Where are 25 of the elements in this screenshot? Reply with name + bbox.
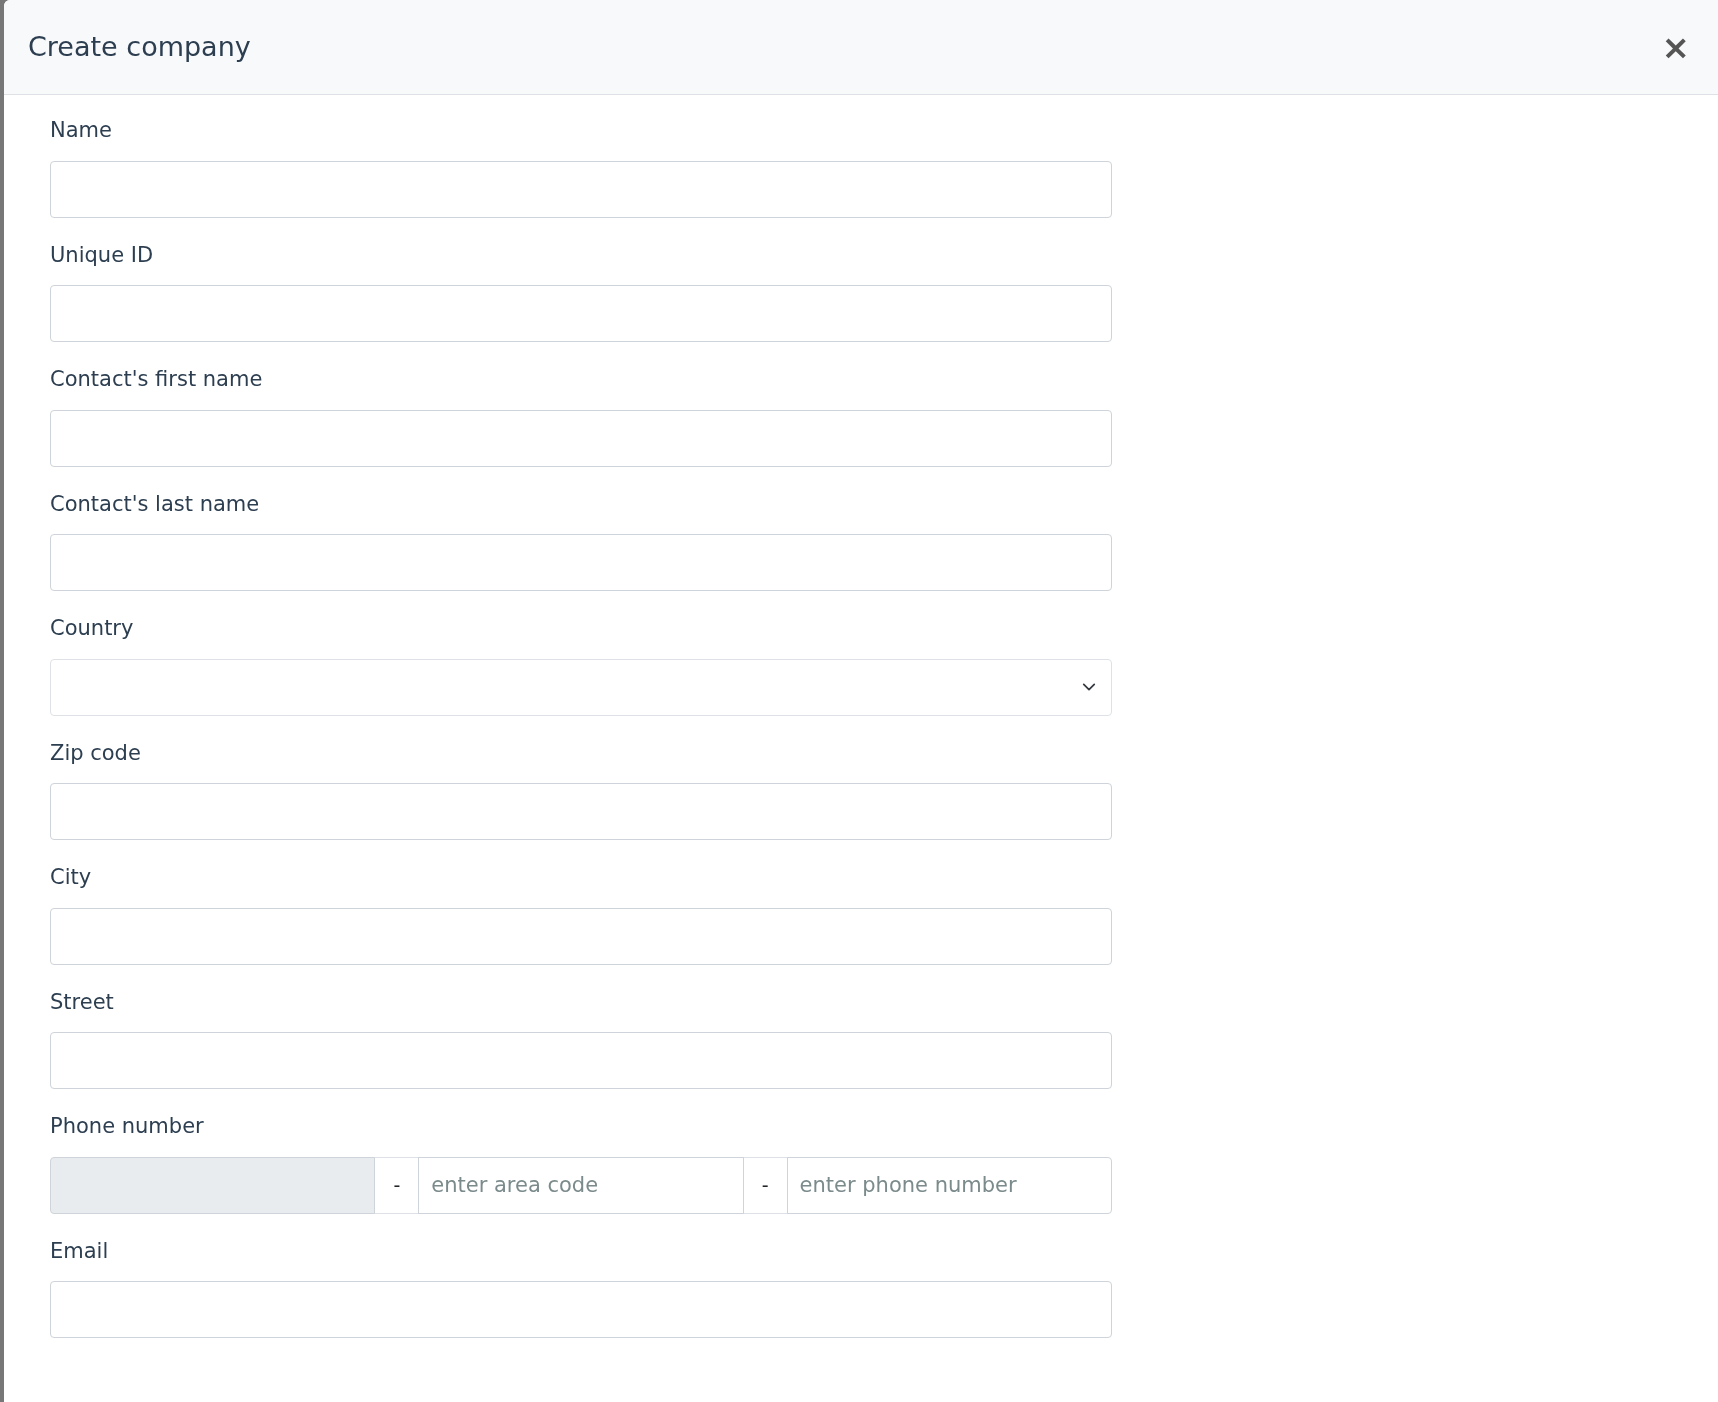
input-field[interactable] bbox=[50, 783, 1112, 840]
input-field[interactable] bbox=[50, 1032, 1112, 1089]
separator-text: - bbox=[742, 1156, 788, 1214]
field-label: Contact's first name bbox=[50, 366, 264, 393]
input-field[interactable] bbox=[50, 534, 1112, 591]
input-field[interactable] bbox=[50, 285, 1112, 342]
separator-text: - bbox=[374, 1156, 420, 1214]
phone-number-field[interactable]: enter phone number bbox=[786, 1156, 1112, 1214]
field-label: Unique ID bbox=[50, 241, 155, 269]
field-label: Street bbox=[50, 988, 115, 1016]
field-label: Zip code bbox=[50, 739, 142, 767]
input-field[interactable] bbox=[50, 409, 1112, 467]
close-button[interactable]: × bbox=[1657, 30, 1694, 64]
field-label: Name bbox=[50, 117, 113, 144]
field-label: Contact's last name bbox=[50, 490, 261, 518]
field-label: Country bbox=[50, 615, 135, 642]
input-field[interactable] bbox=[50, 1281, 1112, 1338]
dialog-title: Create company bbox=[28, 30, 251, 64]
field-label: Email bbox=[50, 1237, 110, 1265]
field-label: Phone number bbox=[50, 1113, 205, 1140]
input-field[interactable] bbox=[50, 907, 1112, 965]
area-code-field[interactable]: enter area code bbox=[418, 1156, 744, 1214]
field-label: City bbox=[50, 864, 93, 891]
input-field[interactable] bbox=[50, 160, 1112, 218]
country-dropdown[interactable] bbox=[50, 658, 1112, 716]
